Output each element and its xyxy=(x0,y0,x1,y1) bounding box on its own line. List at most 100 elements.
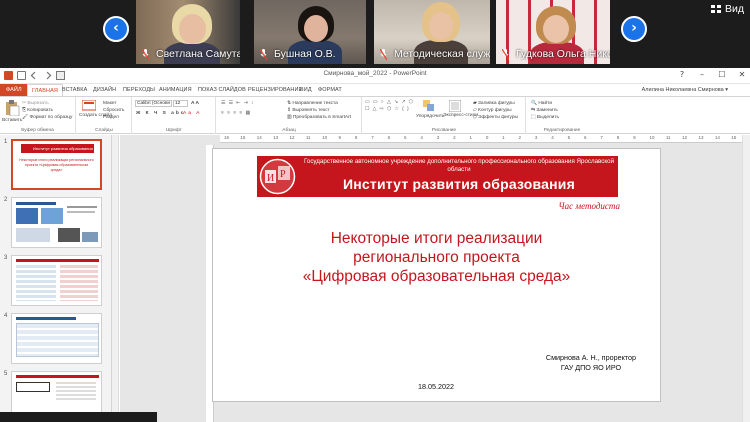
participant-tile-2[interactable]: Бушная О.В. xyxy=(254,0,366,64)
slide-title: Некоторые итоги реализации регионального… xyxy=(213,229,660,286)
call-controls-bar xyxy=(0,412,157,422)
mic-off-icon xyxy=(142,49,149,60)
slide-thumbnail-2[interactable] xyxy=(11,197,102,248)
group-label: Рисование xyxy=(431,128,457,133)
logo-text: И xyxy=(267,173,274,184)
shape-effects-button[interactable]: ◇ Эффекты фигуры xyxy=(473,114,518,121)
align-buttons[interactable]: ≡ ≡ ≡ ≡ ▦ xyxy=(221,110,251,117)
thumbnails-scrollbar[interactable] xyxy=(112,135,119,422)
ruler-tick: 9 xyxy=(633,135,636,140)
slides-group: Создать слайд Макет Сбросить Раздел Слай… xyxy=(77,97,132,134)
thumbnail-banner: Институт развития образования xyxy=(21,144,94,153)
cut-button[interactable]: ✂ Вырезать xyxy=(22,100,49,107)
replace-button[interactable]: ⇆ Заменить xyxy=(531,107,558,114)
svg-text:Р: Р xyxy=(280,169,286,180)
section-button[interactable]: Раздел xyxy=(103,114,119,121)
horizontal-ruler: 16 15 14 13 12 11 10 9 8 7 6 5 4 3 2 1 0 1 2 3 4 5 6 7 8 9 10 11 12 1… xyxy=(220,135,750,143)
tab-insert[interactable]: ВСТАВКА xyxy=(62,84,87,96)
font-style-buttons[interactable]: Ж К Ч S abc xyxy=(136,110,185,117)
group-label: Абзац xyxy=(282,128,296,133)
slide-thumbnail-1[interactable]: Институт развития образования Некоторые … xyxy=(11,139,102,190)
paste-button[interactable]: Вставить xyxy=(2,117,22,124)
list-buttons[interactable]: ☰ ☰ ⇤ ⇥ ↕ xyxy=(221,100,254,107)
thumbnail-number: 1 xyxy=(4,139,8,145)
tab-file[interactable]: ФАЙЛ xyxy=(0,84,28,96)
grid-view-icon xyxy=(711,5,721,13)
copy-button[interactable]: ⎘ Копировать xyxy=(22,107,53,114)
align-text-button[interactable]: ⇕ Выровнять текст xyxy=(287,107,330,114)
title-line: «Цифровая образовательная среда» xyxy=(302,268,571,285)
mic-off-icon xyxy=(502,49,509,60)
font-size-select[interactable]: 12 xyxy=(173,100,188,107)
convert-smartart-button[interactable]: ▥ Преобразовать в SmartArt xyxy=(287,114,351,121)
mic-off-icon xyxy=(260,49,267,60)
tab-home[interactable]: ГЛАВНАЯ xyxy=(27,84,63,96)
font-name-select[interactable]: Calibri (Основн xyxy=(135,100,172,107)
drawing-group: ▭ ▭ ○ △ ↘ ↗ ⬠ ☐ △ ⇨ ⬡ ☆ { } Упорядочить … xyxy=(363,97,526,134)
shapes-gallery[interactable]: ▭ ▭ ○ △ ↘ ↗ ⬠ xyxy=(365,99,414,106)
close-button[interactable]: ✕ xyxy=(736,70,748,79)
ruler-tick: 14 xyxy=(256,135,262,140)
group-label: Слайды xyxy=(95,128,113,133)
group-label: Редактирование xyxy=(543,128,581,133)
tab-review[interactable]: РЕЦЕНЗИРОВАНИЕ xyxy=(248,84,302,96)
ruler-tick: 16 xyxy=(224,135,230,140)
grow-font-icon[interactable]: A A xyxy=(191,100,199,107)
user-account[interactable]: Алилина Николаевна Смирнова ▾ xyxy=(642,84,728,96)
participant-tile-4[interactable]: Гудкова Ольга Нико... xyxy=(496,0,610,64)
paragraph-group: ☰ ☰ ⇤ ⇥ ↕ ≡ ≡ ≡ ≡ ▦ ⇅ Направление текста… xyxy=(217,97,362,134)
author-line: Смирнова А. Н., проректор xyxy=(545,353,636,362)
shape-outline-button[interactable]: ▱ Контур фигуры xyxy=(473,107,512,114)
text-direction-button[interactable]: ⇅ Направление текста xyxy=(287,100,338,107)
ruler-tick: 1 xyxy=(469,135,472,140)
next-participants-button[interactable]: › xyxy=(621,16,647,42)
ruler-tick: 0 xyxy=(485,135,489,140)
reset-button[interactable]: Сбросить xyxy=(103,107,124,114)
tab-view[interactable]: ВИД xyxy=(300,84,312,96)
slide-thumbnail-4[interactable] xyxy=(11,313,102,364)
ribbon-tabs: ФАЙЛ ГЛАВНАЯ ВСТАВКА ДИЗАЙН ПЕРЕХОДЫ АНИ… xyxy=(0,84,750,96)
layout-button[interactable]: Макет xyxy=(103,100,117,107)
arrange-button[interactable]: Упорядочить xyxy=(416,113,445,120)
arrange-icon xyxy=(423,100,434,111)
help-button[interactable]: ? xyxy=(676,70,688,79)
group-label: Шрифт xyxy=(166,128,182,133)
tab-design[interactable]: ДИЗАЙН xyxy=(93,84,116,96)
previous-participants-button[interactable]: ‹ xyxy=(103,16,129,42)
participant-tile-3[interactable]: Методическая служб... xyxy=(374,0,490,64)
format-painter-button[interactable]: 🖌 Формат по образцу xyxy=(22,114,72,121)
ruler-tick: 5 xyxy=(567,135,571,140)
participant-tile-1[interactable]: Светлана Самута xyxy=(136,0,240,64)
paste-icon xyxy=(6,100,20,116)
ruler-tick: 3 xyxy=(534,135,538,140)
slide-editor: 16 15 14 13 12 11 10 9 8 7 6 5 4 3 2 1 0 1 2 3 4 5 6 7 8 9 10 11 12 1… xyxy=(120,135,750,422)
shape-fill-button[interactable]: ▰ Заливка фигуры xyxy=(473,100,515,107)
slide-thumbnail-3[interactable] xyxy=(11,255,102,306)
ruler-tick: 15 xyxy=(731,135,737,140)
tab-format[interactable]: ФОРМАТ xyxy=(318,84,342,96)
screen: ‹ Светлана Самута Бушная О.В. Методическ… xyxy=(0,0,750,422)
find-button[interactable]: 🔍 Найти xyxy=(531,100,552,107)
participant-name: Гудкова Ольга Нико... xyxy=(496,47,610,62)
ruler-tick: 2 xyxy=(453,135,456,140)
editing-group: 🔍 Найти ⇆ Заменить ⬚ Выделить Редактиров… xyxy=(527,97,597,134)
font-color-icon[interactable]: Аа A xyxy=(183,110,201,117)
minimize-button[interactable]: – xyxy=(696,70,708,79)
shapes-gallery-row2: ☐ △ ⇨ ⬡ ☆ { } xyxy=(365,107,410,112)
font-group: Calibri (Основн 12 A A Ж К Ч S abc Аа A … xyxy=(133,97,216,134)
tab-slideshow[interactable]: ПОКАЗ СЛАЙДОВ xyxy=(198,84,246,96)
tab-animation[interactable]: АНИМАЦИЯ xyxy=(159,84,192,96)
ruler-tick: 13 xyxy=(273,135,279,140)
ruler-tick: 4 xyxy=(420,135,423,140)
ruler-tick: 15 xyxy=(240,135,246,140)
editor-scrollbar[interactable] xyxy=(742,135,750,422)
banner-institute-name: Институт развития образования xyxy=(343,176,575,192)
tab-transitions[interactable]: ПЕРЕХОДЫ xyxy=(123,84,155,96)
thumbnail-number: 2 xyxy=(4,197,8,203)
view-button[interactable]: Вид xyxy=(711,2,744,16)
select-button[interactable]: ⬚ Выделить xyxy=(531,114,559,121)
current-slide[interactable]: И Р Государственное автономное учреждени… xyxy=(212,148,661,402)
slide-author: Смирнова А. Н., проректор ГАУ ДПО ЯО ИРО xyxy=(546,353,636,373)
ruler-tick: 10 xyxy=(649,135,655,140)
maximize-button[interactable]: ☐ xyxy=(716,70,728,79)
